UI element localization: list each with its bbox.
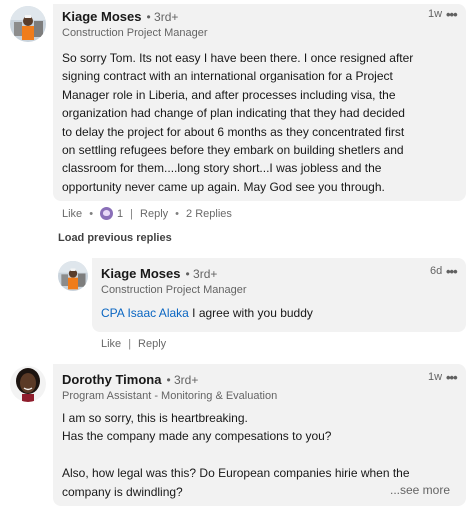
comment-line: opportunity never came up again. May God… (62, 179, 385, 194)
comment-time: 1w (428, 371, 443, 383)
comment-line (62, 446, 410, 464)
reaction-count: 1 (117, 207, 124, 220)
comment-line: to delay the project for about 6 months … (62, 124, 405, 139)
author-headline: Construction Project Manager (101, 284, 247, 296)
author-name[interactable]: Dorothy Timona (62, 372, 161, 387)
author-name[interactable]: Kiage Moses (62, 9, 141, 24)
author-headline: Construction Project Manager (62, 27, 208, 39)
comment-author-row: Kiage Moses • 3rd+ (62, 9, 178, 24)
separator: | (128, 338, 132, 350)
separator: • (89, 207, 94, 220)
more-options-icon[interactable]: ••• (446, 8, 458, 21)
comment-line: company is dwindling? (62, 484, 183, 499)
more-options-icon[interactable]: ••• (446, 371, 458, 384)
like-button[interactable]: Like (62, 208, 82, 220)
like-button[interactable]: Like (101, 338, 121, 350)
comment-author-row: Dorothy Timona • 3rd+ (62, 372, 198, 387)
connection-degree: • 3rd+ (166, 373, 199, 387)
comment-line: Has the company made any compesations to… (62, 429, 332, 444)
reply-button[interactable]: Reply (138, 338, 166, 350)
author-name[interactable]: Kiage Moses (101, 266, 180, 281)
comment-body: So sorry Tom. Its not easy I have been t… (62, 49, 413, 196)
comment-line: classroom for them....long story short..… (62, 161, 382, 176)
comment-actions: Like • 1 | Reply • 2 Replies (62, 207, 232, 220)
comment-body: I am so sorry, this is heartbreaking. Ha… (62, 409, 410, 501)
avatar-kiage-moses[interactable] (10, 6, 46, 42)
comment-line: organization had change of plan indicati… (62, 106, 405, 121)
replies-count-link[interactable]: 2 Replies (186, 208, 232, 220)
reply-author-row: Kiage Moses • 3rd+ (101, 266, 217, 281)
connection-degree: • 3rd+ (146, 10, 179, 24)
more-options-icon[interactable]: ••• (446, 265, 458, 278)
mention-link[interactable]: CPA Isaac Alaka (101, 306, 189, 320)
comment-line: signing contract with an international o… (62, 69, 393, 84)
load-previous-replies-button[interactable]: Load previous replies (58, 232, 172, 244)
comment-line: Also, how legal was this? Do European co… (62, 466, 410, 481)
reply-actions: Like | Reply (101, 338, 166, 350)
comment-line: I am so sorry, this is heartbreaking. (62, 411, 248, 425)
reply-text: I agree with you buddy (188, 306, 313, 320)
comment-line: on settling refugees before they embark … (62, 143, 404, 158)
reply-body: CPA Isaac Alaka I agree with you buddy (101, 304, 313, 322)
see-more-button[interactable]: ...see more (386, 483, 451, 497)
avatar-dorothy-timona[interactable] (10, 366, 46, 402)
separator: • (175, 207, 180, 220)
connection-degree: • 3rd+ (185, 267, 218, 281)
comment-line: Manager role in Liberia, and after proce… (62, 87, 396, 102)
reply-time: 6d (430, 265, 443, 277)
avatar-kiage-moses[interactable] (58, 261, 88, 291)
reaction-icon (100, 207, 114, 220)
author-headline: Program Assistant - Monitoring & Evaluat… (62, 390, 278, 402)
reactions-summary[interactable]: 1 (100, 207, 123, 220)
comment-line: So sorry Tom. Its not easy I have been t… (62, 51, 414, 65)
separator: | (130, 207, 134, 220)
comment-time: 1w (428, 8, 443, 20)
reply-button[interactable]: Reply (140, 208, 168, 220)
